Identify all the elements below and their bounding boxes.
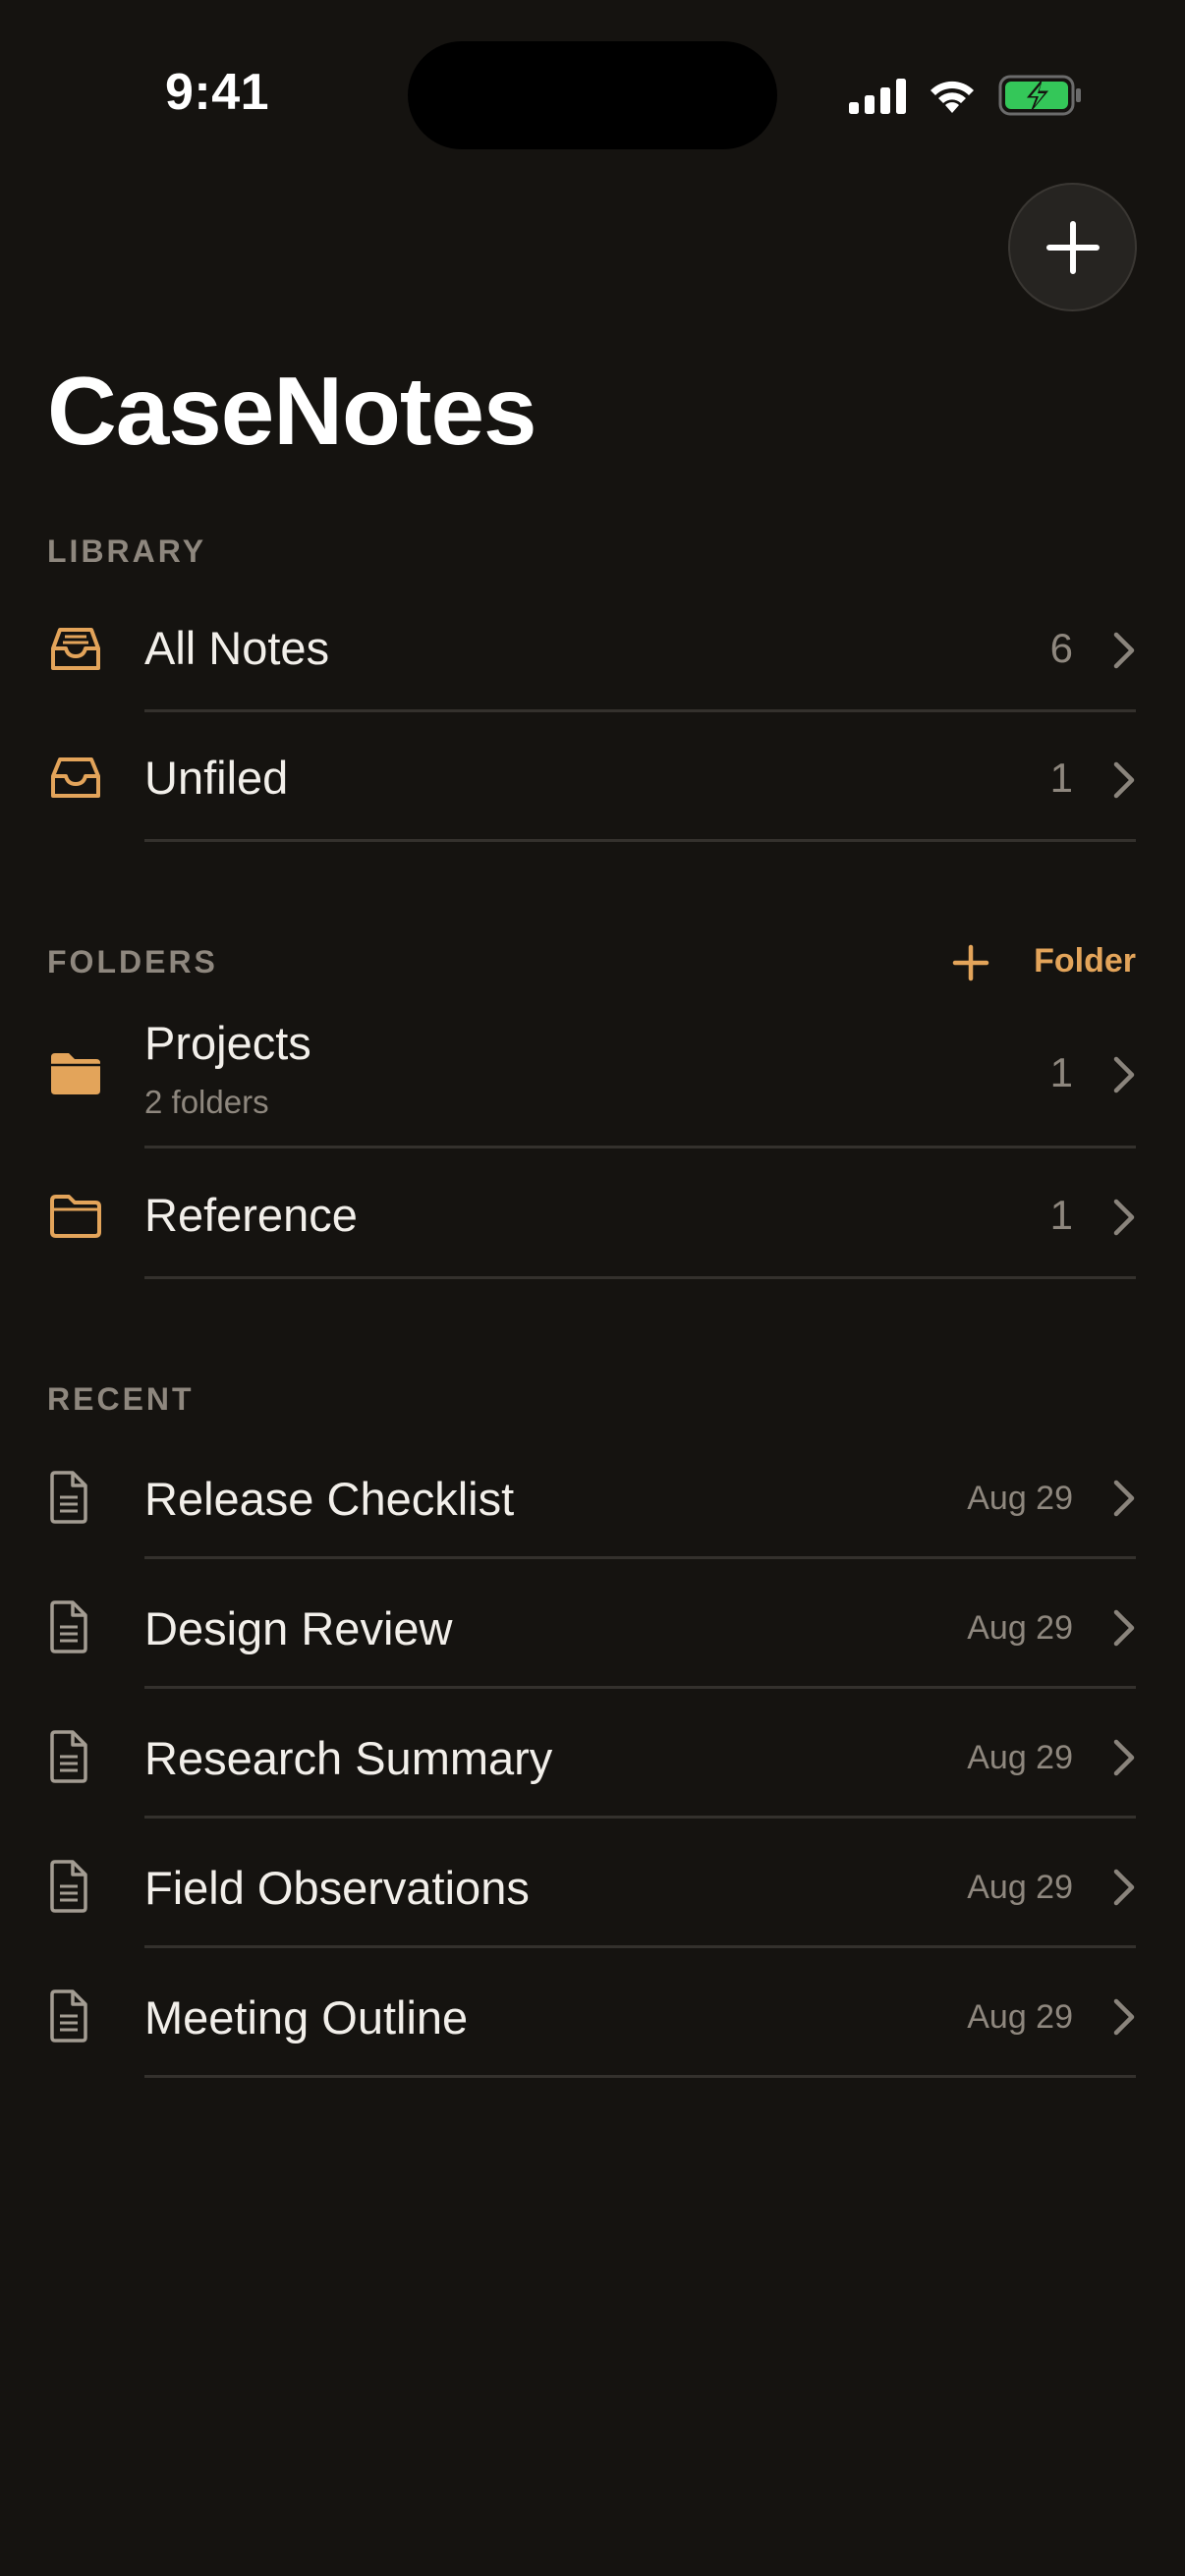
library-section-header: LIBRARY — [47, 533, 207, 569]
recent-section-header: RECENT — [47, 1381, 195, 1417]
list-item-label: Reference — [144, 1189, 358, 1241]
page-title: CaseNotes — [47, 357, 537, 465]
list-item-label: Projects — [144, 1017, 311, 1069]
folder-item-projects[interactable]: Projects 2 folders 1 — [0, 1012, 1185, 1148]
screen: 9:41 CaseNotes LIBRARY All Notes 6 Unfil… — [0, 0, 1185, 2576]
divider — [144, 1686, 1136, 1689]
list-item-label: Design Review — [144, 1602, 453, 1654]
divider — [144, 1146, 1136, 1148]
tray-icon — [51, 628, 100, 670]
chevron-right-icon — [1113, 632, 1135, 669]
note-count: 1 — [1049, 1049, 1073, 1095]
note-count: 6 — [1049, 625, 1073, 671]
tray-icon — [51, 757, 100, 798]
chevron-right-icon — [1113, 761, 1135, 799]
divider — [144, 1556, 1136, 1559]
folder-subtitle: 2 folders — [144, 1084, 269, 1120]
divider — [144, 839, 1136, 842]
document-icon — [50, 1860, 87, 1913]
recent-note-research-summary[interactable]: Research Summary Aug 29 — [0, 1698, 1185, 1819]
library-item-unfiled[interactable]: Unfiled 1 — [0, 731, 1185, 842]
wifi-icon — [931, 81, 974, 113]
list-item-label: Meeting Outline — [144, 1991, 469, 2044]
chevron-right-icon — [1113, 1609, 1135, 1647]
folder-item-reference[interactable]: Reference 1 — [0, 1168, 1185, 1279]
recent-note-release-checklist[interactable]: Release Checklist Aug 29 — [0, 1438, 1185, 1559]
add-folder-plus-icon[interactable] — [947, 939, 994, 986]
library-item-all-notes[interactable]: All Notes 6 — [0, 601, 1185, 712]
new-note-button[interactable] — [1008, 183, 1137, 311]
chevron-right-icon — [1113, 1869, 1135, 1906]
folder-filled-icon — [51, 1053, 100, 1094]
document-icon — [50, 1471, 87, 1524]
note-date: Aug 29 — [967, 1609, 1073, 1647]
add-folder-button[interactable]: Folder — [1034, 942, 1136, 980]
chevron-right-icon — [1113, 1739, 1135, 1776]
note-date: Aug 29 — [967, 1739, 1073, 1776]
list-item-label: Unfiled — [144, 752, 289, 804]
recent-note-field-observations[interactable]: Field Observations Aug 29 — [0, 1827, 1185, 1948]
folders-section-header: FOLDERS — [47, 944, 218, 980]
status-time: 9:41 — [165, 64, 270, 121]
folder-outline-icon — [50, 1195, 101, 1238]
battery-charging-icon — [998, 75, 1081, 116]
list-item-label: Field Observations — [144, 1862, 530, 1914]
document-icon — [50, 1600, 87, 1653]
chevron-right-icon — [1113, 1480, 1135, 1517]
chevron-right-icon — [1113, 1056, 1135, 1093]
divider — [144, 2075, 1136, 2078]
divider — [144, 1945, 1136, 1948]
recent-note-meeting-outline[interactable]: Meeting Outline Aug 29 — [0, 1957, 1185, 2078]
recent-note-design-review[interactable]: Design Review Aug 29 — [0, 1568, 1185, 1689]
cellular-signal-icon — [849, 79, 906, 114]
document-icon — [50, 1989, 87, 2043]
note-count: 1 — [1049, 755, 1073, 801]
list-item-label: All Notes — [144, 622, 330, 674]
note-count: 1 — [1049, 1192, 1073, 1238]
chevron-right-icon — [1113, 1199, 1135, 1236]
note-date: Aug 29 — [967, 1869, 1073, 1906]
plus-icon — [1045, 220, 1100, 274]
list-item-label: Release Checklist — [144, 1473, 515, 1525]
note-date: Aug 29 — [967, 1480, 1073, 1517]
divider — [144, 1816, 1136, 1819]
note-date: Aug 29 — [967, 1998, 1073, 2036]
chevron-right-icon — [1113, 1998, 1135, 2036]
dynamic-island — [408, 41, 777, 149]
divider — [144, 709, 1136, 712]
document-icon — [50, 1730, 87, 1783]
list-item-label: Research Summary — [144, 1732, 553, 1784]
divider — [144, 1276, 1136, 1279]
